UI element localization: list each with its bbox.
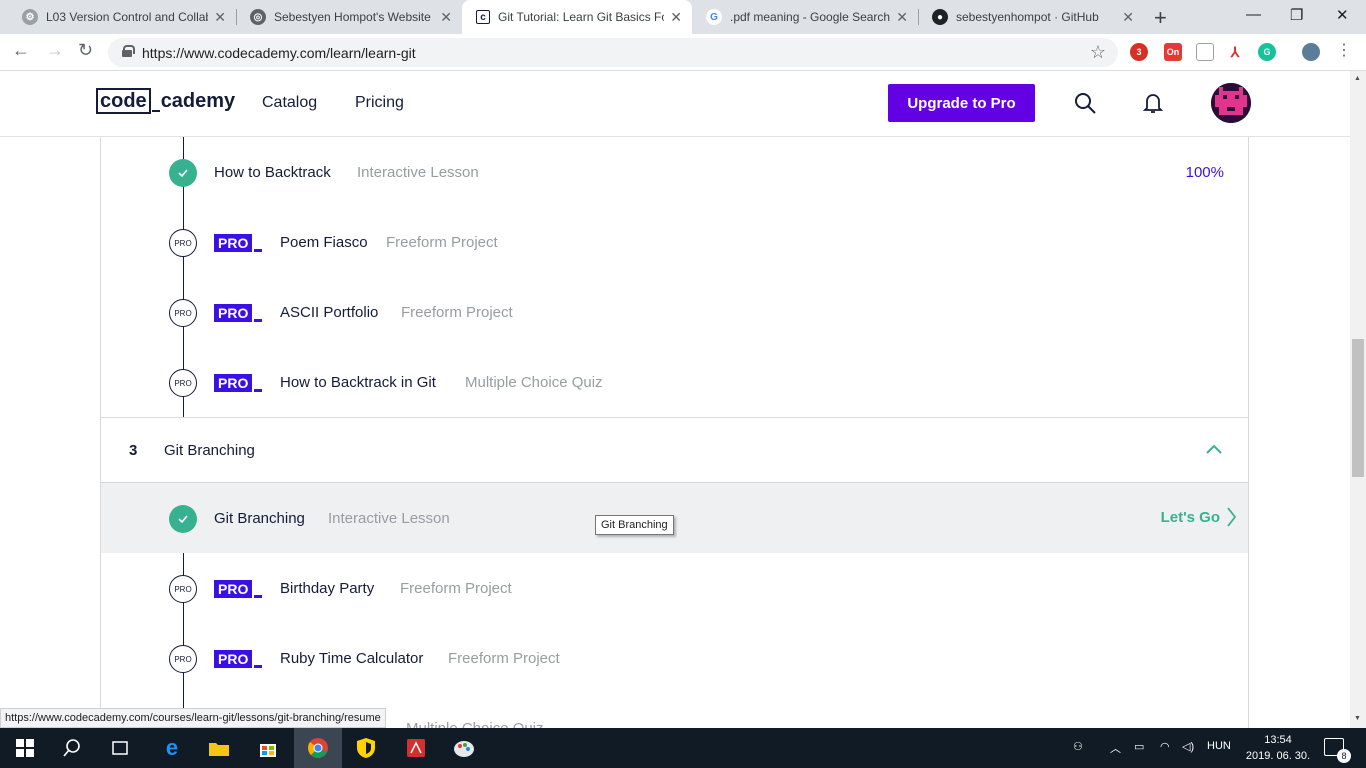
pro-lock-icon: PRO [169, 645, 197, 673]
bookmark-star-icon[interactable]: ☆ [1090, 42, 1106, 63]
pro-badge: PRO [214, 580, 263, 598]
close-tab-icon[interactable]: ✕ [214, 9, 226, 26]
shield-icon[interactable] [354, 736, 378, 760]
people-icon[interactable]: ⚇ [1073, 740, 1083, 753]
site-header: code cademy Catalog Pricing Upgrade to Pr… [0, 71, 1350, 137]
pro-badge: PRO [214, 304, 263, 322]
github-icon: ● [932, 9, 948, 25]
edge-icon[interactable]: e [160, 735, 184, 760]
chevron-up-icon[interactable] [1204, 440, 1224, 460]
link-status-bar: https://www.codecademy.com/courses/learn… [0, 708, 386, 728]
minimize-icon[interactable]: — [1246, 6, 1261, 23]
project-row[interactable]: PRO PRO ASCII Portfolio Freeform Project [101, 277, 1248, 347]
clock[interactable]: 13:54 2019. 06. 30. [1240, 732, 1316, 764]
paint-icon[interactable] [452, 736, 476, 760]
url-text[interactable]: https://www.codecademy.com/learn/learn-g… [142, 45, 416, 61]
codecademy-icon: c [476, 10, 490, 24]
wifi-icon[interactable]: ◠ [1160, 740, 1170, 753]
browser-tab[interactable]: G .pdf meaning - Google Search ✕ [692, 0, 918, 34]
settings-icon: ⚙ [22, 9, 38, 25]
pro-badge: PRO [214, 650, 263, 668]
browser-tab[interactable]: ● sebestyenhompot · GitHub ✕ [918, 0, 1144, 34]
nav-pricing[interactable]: Pricing [355, 94, 404, 112]
close-tab-icon[interactable]: ✕ [670, 9, 682, 26]
windows-start-icon[interactable] [13, 736, 37, 760]
tooltip: Git Branching [595, 515, 674, 535]
close-window-icon[interactable]: ✕ [1336, 6, 1349, 24]
close-tab-icon[interactable]: ✕ [1122, 9, 1134, 26]
scrollbar[interactable]: ▲ ▼ [1350, 71, 1366, 728]
file-explorer-icon[interactable] [207, 736, 231, 760]
section-number: 3 [129, 442, 138, 459]
lock-icon [122, 45, 135, 57]
syllabus-panel: How to Backtrack Interactive Lesson 100%… [100, 137, 1249, 728]
toggle-extension-icon[interactable]: On [1164, 43, 1182, 61]
forward-icon[interactable]: → [46, 40, 64, 61]
pro-lock-icon: PRO [169, 575, 197, 603]
pdf-extension-icon[interactable]: ⅄ [1226, 43, 1244, 61]
check-icon [169, 505, 197, 533]
scroll-down-arrow-icon[interactable]: ▼ [1354, 715, 1361, 722]
adblock-extension-icon[interactable]: 3 [1130, 43, 1148, 61]
close-tab-icon[interactable]: ✕ [896, 9, 908, 26]
volume-icon[interactable]: ◁) [1182, 740, 1194, 753]
upgrade-to-pro-button[interactable]: Upgrade to Pro [888, 84, 1035, 122]
document-extension-icon[interactable] [1196, 43, 1214, 61]
close-tab-icon[interactable]: ✕ [440, 9, 452, 26]
lesson-row-hover[interactable]: Git Branching Interactive Lesson Let's G… [101, 483, 1248, 553]
chrome-icon[interactable] [306, 736, 330, 760]
show-hidden-icons-icon[interactable]: ︿ [1110, 740, 1121, 756]
browser-tab[interactable]: ⚙ L03 Version Control and Collab ✕ [8, 0, 236, 34]
project-row[interactable]: PRO PRO Birthday Party Freeform Project [101, 553, 1248, 623]
section-header[interactable]: 3 Git Branching [101, 417, 1248, 483]
browser-tab[interactable]: ◎ Sebestyen Hompot's Website ✕ [236, 0, 462, 34]
avatar[interactable] [1211, 83, 1251, 123]
profile-icon[interactable] [1302, 43, 1320, 61]
acrobat-icon[interactable] [404, 736, 428, 760]
quiz-row[interactable]: PRO PRO How to Backtrack in Git Multiple… [101, 347, 1248, 417]
scroll-up-arrow-icon[interactable]: ▲ [1354, 75, 1361, 82]
back-icon[interactable]: ← [12, 40, 30, 61]
pro-badge: PRO [214, 234, 263, 252]
browser-tab-active[interactable]: c Git Tutorial: Learn Git Basics Fo ✕ [462, 0, 692, 34]
project-row[interactable]: PRO PRO Poem Fiasco Freeform Project [101, 207, 1248, 277]
battery-icon[interactable]: ▭ [1134, 740, 1144, 753]
logo-cursor [151, 110, 160, 112]
section-title: Git Branching [164, 442, 255, 459]
google-icon: G [706, 9, 722, 25]
pixel-avatar-icon [1211, 83, 1251, 123]
action-center-icon[interactable]: 8 [1324, 738, 1351, 763]
codecademy-logo[interactable]: code cademy [96, 88, 235, 114]
taskbar: e ⚇ ︿ ▭ ◠ ◁) HUN 13:54 2019. 06. 30. 8 [0, 728, 1366, 768]
pro-lock-icon: PRO [169, 299, 197, 327]
search-icon[interactable] [60, 736, 84, 760]
search-icon[interactable] [1073, 91, 1097, 115]
pro-lock-icon: PRO [169, 229, 197, 257]
task-view-icon[interactable] [108, 736, 132, 760]
chevron-right-icon[interactable] [1224, 505, 1238, 529]
new-tab-button[interactable]: + [1154, 5, 1167, 31]
check-icon [169, 159, 197, 187]
bell-icon[interactable] [1141, 91, 1165, 115]
address-bar[interactable]: https://www.codecademy.com/learn/learn-g… [108, 38, 1118, 67]
pro-badge: PRO [214, 374, 263, 392]
notification-count-badge: 8 [1337, 749, 1351, 763]
lets-go-link[interactable]: Let's Go [1161, 509, 1220, 526]
menu-icon[interactable]: ⋮ [1336, 40, 1352, 60]
scrollbar-thumb[interactable] [1352, 339, 1364, 477]
store-icon[interactable] [256, 736, 280, 760]
project-row[interactable]: PRO PRO Ruby Time Calculator Freeform Pr… [101, 623, 1248, 693]
restore-icon[interactable]: ❐ [1290, 6, 1303, 24]
language-indicator[interactable]: HUN [1207, 740, 1231, 752]
browser-toolbar: ← → ↻ https://www.codecademy.com/learn/l… [0, 34, 1366, 71]
lesson-row[interactable]: How to Backtrack Interactive Lesson 100% [101, 137, 1248, 207]
pro-lock-icon: PRO [169, 369, 197, 397]
nav-catalog[interactable]: Catalog [262, 94, 317, 112]
progress-percent: 100% [1185, 164, 1224, 181]
grammarly-icon[interactable]: G [1258, 43, 1276, 61]
reload-icon[interactable]: ↻ [78, 40, 93, 61]
browser-tab-strip: ⚙ L03 Version Control and Collab ✕ ◎ Seb… [0, 0, 1366, 34]
globe-icon: ◎ [250, 9, 266, 25]
